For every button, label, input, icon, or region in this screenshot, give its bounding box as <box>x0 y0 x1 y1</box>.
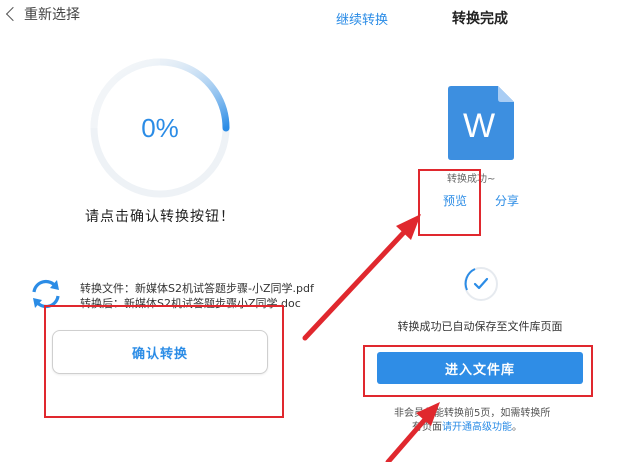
member-note-line1: 非会员仅能转换前5页，如需转换所 <box>394 408 551 419</box>
doc-letter: W <box>463 107 495 145</box>
hint-text: 请点击确认转换按钮！ <box>85 209 235 225</box>
member-note-line2: 有页面请开通高级功能。 <box>412 418 522 433</box>
upgrade-link[interactable]: 请开通高级功能 <box>442 422 512 433</box>
member-note-suffix: 。 <box>512 422 522 433</box>
page-title: 转换完成 <box>452 11 508 27</box>
source-file-line: 转换文件：新媒体S2机试答题步骤-小Z同学.pdf <box>80 282 314 295</box>
annotation-box-confirm <box>44 305 284 418</box>
annotation-box-library <box>363 345 593 397</box>
progress-percent: 0% <box>141 112 179 143</box>
share-button[interactable]: 分享 <box>495 192 519 209</box>
back-button[interactable]: 重新选择 <box>4 4 80 24</box>
annotation-box-preview <box>418 169 481 236</box>
check-circle-icon <box>464 267 498 301</box>
continue-convert-link[interactable]: 继续转换 <box>336 9 388 28</box>
back-label: 重新选择 <box>24 7 80 23</box>
saved-text: 转换成功已自动保存至文件库页面 <box>397 320 563 333</box>
word-document-icon: W <box>448 86 514 160</box>
member-note-prefix: 有页面 <box>412 422 442 433</box>
chevron-left-icon <box>5 6 21 22</box>
